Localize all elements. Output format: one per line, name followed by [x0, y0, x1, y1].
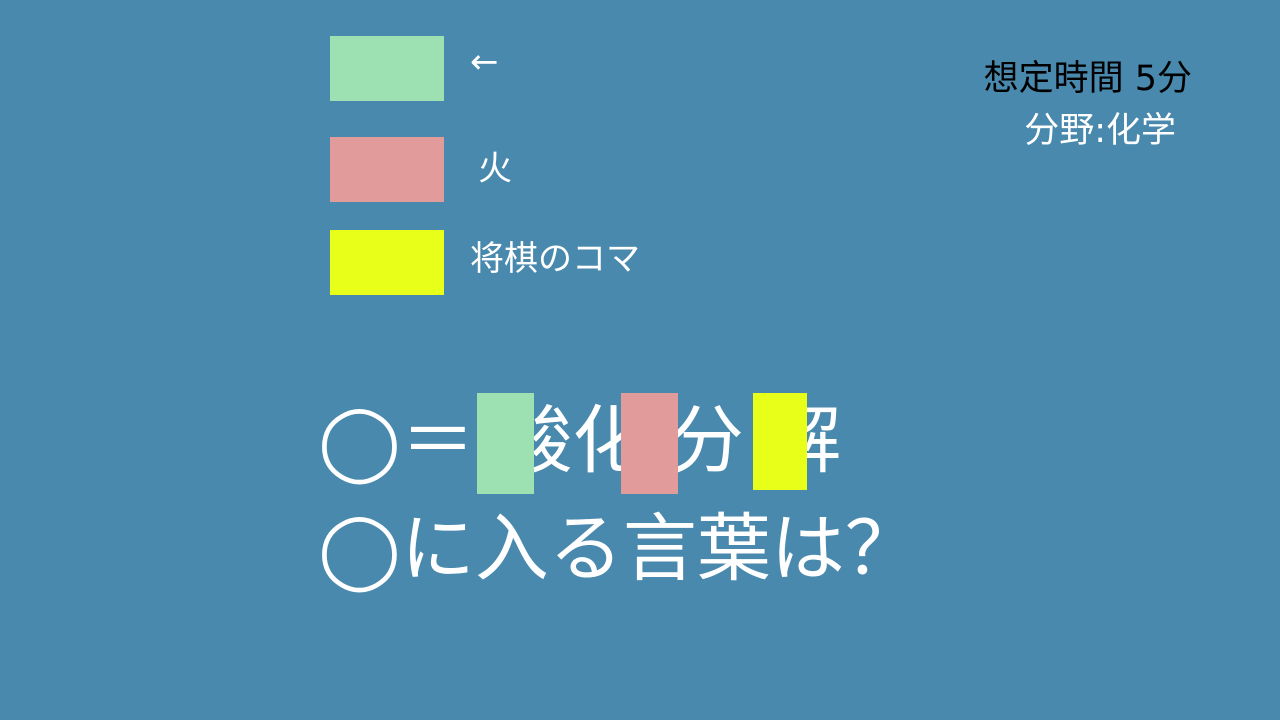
puzzle-block-pink [621, 393, 678, 494]
legend-swatch-yellow [330, 230, 444, 295]
legend-label-shogi-piece: 将棋のコマ [470, 239, 640, 279]
legend-label-arrow: ← [470, 42, 499, 82]
legend-swatch-pink [330, 137, 444, 202]
question-text: ◯に入る言葉は？ [318, 506, 919, 592]
legend-swatch-green [330, 36, 444, 101]
slide: ← 火 将棋のコマ 想定時間 5分 分野:化学 ◯＝ 酸化 分 解 ◯に入る言葉… [0, 0, 1280, 720]
puzzle-block-yellow [753, 393, 807, 490]
legend-label-fire: 火 [478, 149, 512, 189]
puzzle-block-green [477, 393, 534, 494]
subject-field: 分野:化学 [1024, 111, 1176, 151]
estimated-time: 想定時間 5分 [983, 59, 1192, 99]
